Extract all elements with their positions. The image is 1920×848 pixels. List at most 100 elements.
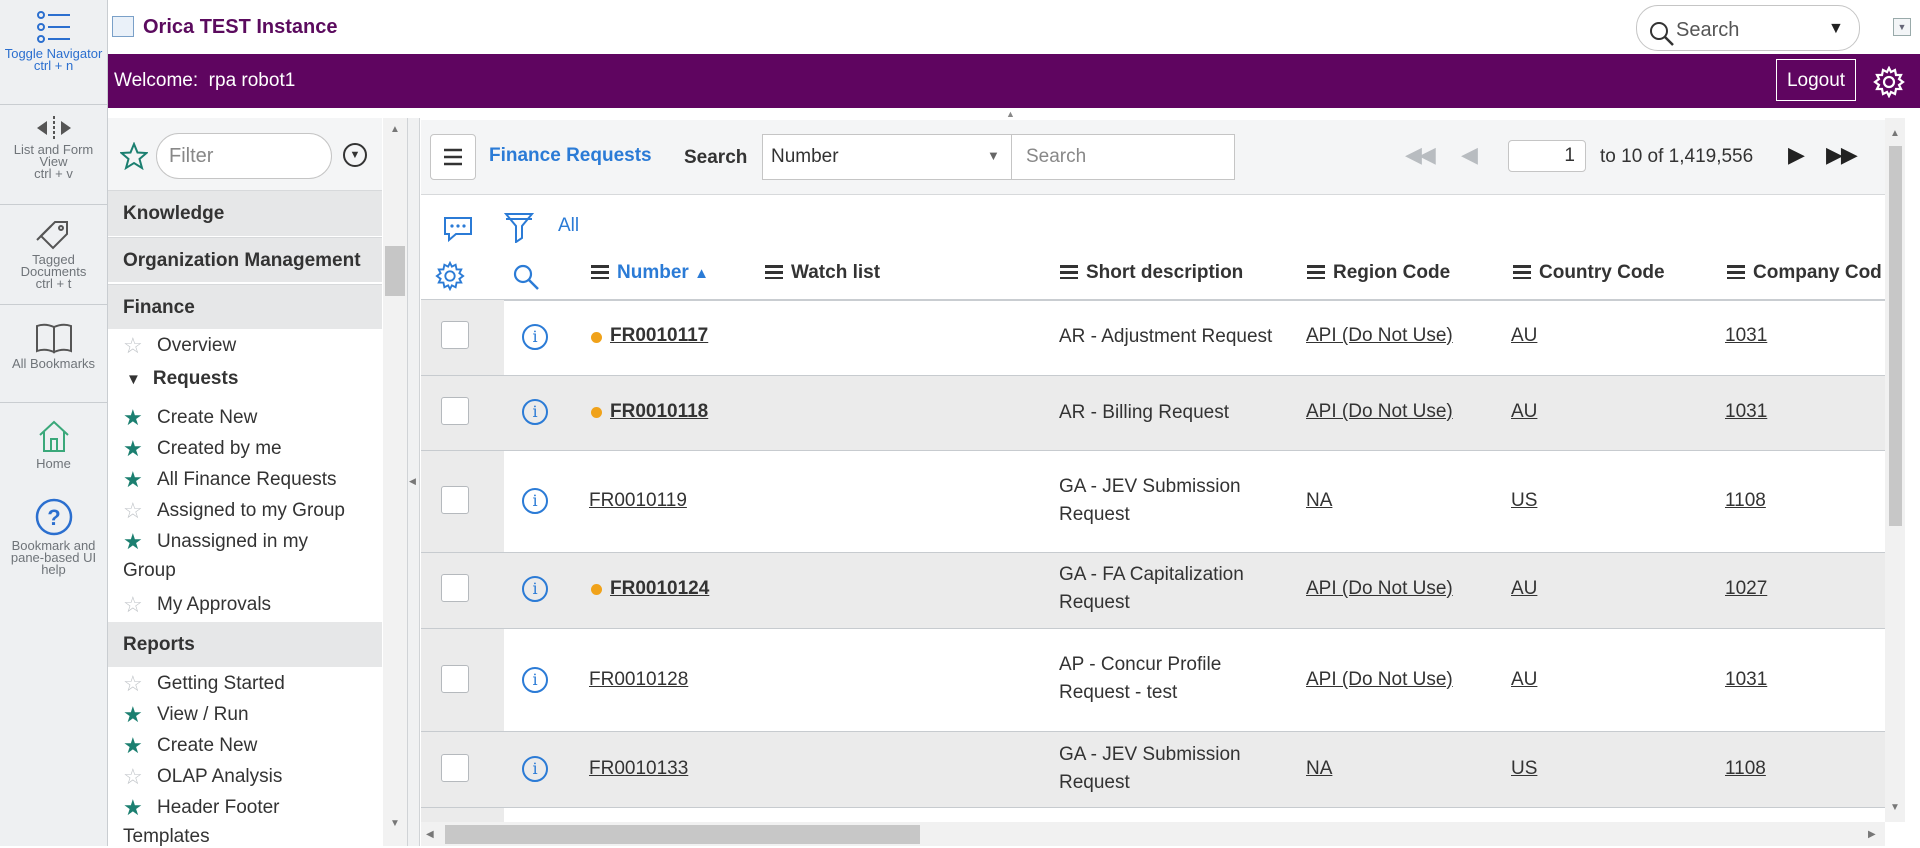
next-page-icon[interactable]: ▶: [1788, 142, 1805, 168]
home-button[interactable]: Home: [0, 418, 107, 470]
table-row[interactable]: i FR0010128 AP - Concur Profile Request …: [421, 629, 1885, 732]
region-code-link[interactable]: API (Do Not Use): [1306, 578, 1453, 600]
company-code-link[interactable]: 1031: [1725, 669, 1767, 691]
company-code-link[interactable]: 1108: [1725, 758, 1766, 780]
country-code-link[interactable]: US: [1511, 490, 1537, 512]
column-header-region-code[interactable]: Region Code: [1307, 262, 1450, 284]
logout-button[interactable]: Logout: [1776, 59, 1856, 101]
star-outline-icon[interactable]: ☆: [123, 333, 147, 359]
nav-section-finance[interactable]: Finance: [108, 284, 382, 329]
info-icon[interactable]: i: [522, 576, 548, 602]
filter-options-icon[interactable]: ▼: [343, 143, 367, 167]
previous-page-icon[interactable]: ◀: [1461, 142, 1478, 168]
list-horizontal-scroll-thumb[interactable]: [445, 825, 920, 844]
info-icon[interactable]: i: [522, 324, 548, 350]
star-filled-icon[interactable]: ★: [123, 702, 147, 728]
star-filled-icon[interactable]: ★: [123, 436, 147, 462]
company-code-link[interactable]: 1027: [1725, 578, 1767, 600]
column-header-company-code[interactable]: Company Cod: [1727, 262, 1882, 284]
nav-section-organization-management[interactable]: Organization Management: [108, 237, 382, 282]
column-header-watch-list[interactable]: Watch list: [765, 262, 880, 284]
country-code-link[interactable]: AU: [1511, 401, 1537, 423]
column-menu-icon[interactable]: [765, 265, 783, 279]
scroll-right-icon[interactable]: ▶: [1868, 829, 1876, 840]
row-checkbox[interactable]: [441, 574, 469, 602]
scroll-down-icon[interactable]: ▼: [1890, 802, 1900, 813]
nav-item-olap-analysis[interactable]: ☆ OLAP Analysis: [123, 764, 282, 790]
row-checkbox[interactable]: [441, 397, 469, 425]
list-form-view-button[interactable]: List and Form View ctrl + v: [0, 116, 107, 180]
list-context-menu-button[interactable]: [430, 134, 476, 180]
star-filled-icon[interactable]: ★: [123, 529, 147, 555]
row-checkbox[interactable]: [441, 321, 469, 349]
scroll-left-icon[interactable]: ◀: [426, 829, 434, 840]
navigator-scroll-thumb[interactable]: [385, 246, 405, 296]
country-code-link[interactable]: AU: [1511, 669, 1537, 691]
list-search-input[interactable]: Search: [1011, 134, 1235, 180]
column-header-country-code[interactable]: Country Code: [1513, 262, 1665, 284]
caret-down-icon[interactable]: ▼: [1828, 20, 1844, 38]
nav-item-view-run[interactable]: ★ View / Run: [123, 702, 249, 728]
activity-stream-icon[interactable]: [442, 215, 474, 243]
column-menu-icon[interactable]: [1513, 265, 1531, 279]
column-menu-icon[interactable]: [591, 265, 609, 279]
nav-section-knowledge[interactable]: Knowledge: [108, 191, 382, 236]
table-row[interactable]: i FR0010119 GA - JEV Submission Request …: [421, 451, 1885, 553]
table-row[interactable]: i FR0010118 AR - Billing Request API (Do…: [421, 376, 1885, 451]
column-header-number[interactable]: Number ▲: [591, 262, 709, 284]
info-icon[interactable]: i: [522, 488, 548, 514]
record-number-link[interactable]: FR0010133: [589, 758, 688, 780]
record-number-link[interactable]: FR0010119: [589, 490, 687, 512]
record-number-link[interactable]: FR0010118: [610, 401, 708, 423]
last-page-icon[interactable]: ▶▶: [1826, 142, 1858, 168]
page-number-input[interactable]: 1: [1508, 140, 1586, 172]
nav-section-reports[interactable]: Reports: [108, 622, 382, 667]
record-number-link[interactable]: FR0010128: [589, 669, 688, 691]
star-outline-icon[interactable]: ☆: [123, 592, 147, 618]
row-checkbox[interactable]: [441, 665, 469, 693]
list-title[interactable]: Finance Requests: [489, 145, 652, 167]
region-code-link[interactable]: API (Do Not Use): [1306, 325, 1453, 347]
search-field-select[interactable]: Number: [762, 134, 1012, 180]
column-menu-icon[interactable]: [1727, 265, 1745, 279]
collapse-header-icon[interactable]: ▼: [1893, 18, 1911, 36]
nav-item-unassigned-wrap[interactable]: Group: [123, 560, 176, 582]
column-header-short-description[interactable]: Short description: [1060, 262, 1243, 284]
record-number-link[interactable]: FR0010124: [610, 578, 709, 600]
nav-item-overview[interactable]: ☆ Overview: [123, 333, 236, 359]
region-code-link[interactable]: NA: [1306, 758, 1332, 780]
navigator-filter-input[interactable]: Filter: [156, 133, 332, 179]
collapse-left-icon[interactable]: ◀: [409, 476, 416, 487]
column-search-icon[interactable]: [512, 263, 540, 291]
toggle-navigator-button[interactable]: Toggle Navigator ctrl + n: [0, 10, 107, 72]
scroll-up-icon[interactable]: ▲: [1890, 128, 1900, 139]
info-icon[interactable]: i: [522, 667, 548, 693]
settings-gear-icon[interactable]: [1873, 66, 1905, 98]
nav-item-created-by-me[interactable]: ★ Created by me: [123, 436, 282, 462]
nav-item-header-footer[interactable]: ★ Header Footer: [123, 795, 280, 821]
navigator-scrollbar[interactable]: [383, 118, 407, 846]
filter-funnel-icon[interactable]: [504, 211, 534, 243]
nav-item-report-create-new[interactable]: ★ Create New: [123, 733, 257, 759]
company-code-link[interactable]: 1031: [1725, 325, 1767, 347]
region-code-link[interactable]: NA: [1306, 490, 1332, 512]
info-icon[interactable]: i: [522, 756, 548, 782]
list-vertical-scroll-thumb[interactable]: [1889, 146, 1902, 526]
row-checkbox[interactable]: [441, 486, 469, 514]
country-code-link[interactable]: US: [1511, 758, 1537, 780]
column-menu-icon[interactable]: [1307, 265, 1325, 279]
nav-item-all-finance-requests[interactable]: ★ All Finance Requests: [123, 467, 337, 493]
nav-group-requests[interactable]: ▼ Requests: [126, 368, 238, 390]
nav-item-assigned-to-my-group[interactable]: ☆ Assigned to my Group: [123, 498, 345, 524]
nav-item-my-approvals[interactable]: ☆ My Approvals: [123, 592, 271, 618]
scroll-down-icon[interactable]: ▼: [390, 818, 400, 829]
help-button[interactable]: ? Bookmark and pane-based UI help: [0, 498, 107, 576]
filter-breadcrumb-all[interactable]: All: [558, 215, 579, 237]
nav-item-getting-started[interactable]: ☆ Getting Started: [123, 671, 285, 697]
table-row[interactable]: i FR0010124 GA - FA Capitalization Reque…: [421, 553, 1885, 629]
star-filled-icon[interactable]: ★: [123, 467, 147, 493]
personalize-list-gear-icon[interactable]: [435, 261, 465, 291]
nav-item-unassigned-in-my-group[interactable]: ★ Unassigned in my: [123, 529, 308, 555]
region-code-link[interactable]: API (Do Not Use): [1306, 401, 1453, 423]
star-outline-icon[interactable]: ☆: [123, 764, 147, 790]
